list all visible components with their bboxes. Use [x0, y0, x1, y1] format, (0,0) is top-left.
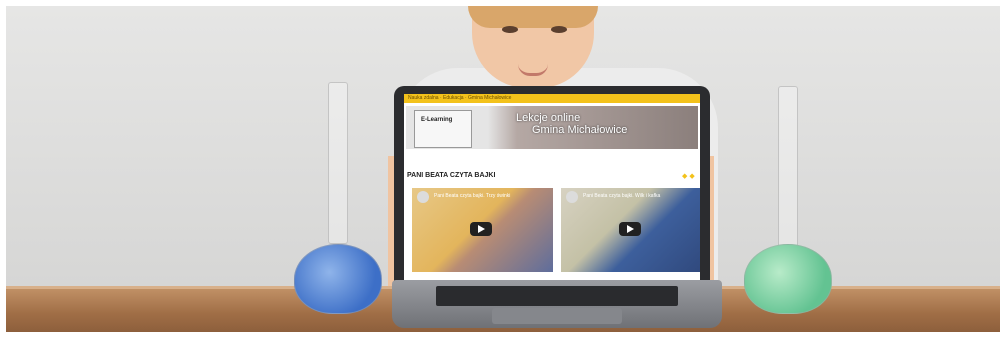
- right-flask-neck: [778, 86, 798, 248]
- banner-title-line2: Gmina Michałowice: [532, 124, 628, 136]
- laptop-trackpad: [492, 308, 622, 324]
- child-right-eye: [551, 26, 567, 33]
- video-thumbnail-2[interactable]: Pani Beata czyta bajki. Wilk i kafka: [561, 188, 700, 272]
- child-left-eye: [502, 26, 518, 33]
- video-title: Pani Beata czyta bajki. Trzy świnki: [434, 193, 511, 199]
- left-flask-blue-beads: [294, 244, 382, 314]
- video-thumbnail-1[interactable]: Pani Beata czyta bajki. Trzy świnki: [412, 188, 553, 272]
- video-title: Pani Beata czyta bajki. Wilk i kafka: [583, 193, 661, 199]
- play-icon[interactable]: [619, 222, 641, 236]
- website-top-menu: Nauka zdalna · Edukacja · Gmina Michałow…: [404, 94, 700, 103]
- photo-scene: Nauka zdalna · Edukacja · Gmina Michałow…: [6, 6, 1000, 332]
- play-icon[interactable]: [470, 222, 492, 236]
- channel-avatar: [417, 191, 429, 203]
- channel-avatar: [566, 191, 578, 203]
- laptop-screen: Nauka zdalna · Edukacja · Gmina Michałow…: [404, 94, 700, 280]
- website-banner: E-Learning Lekcje online Gmina Michałowi…: [406, 106, 698, 149]
- e-learning-logo: E-Learning: [414, 110, 472, 148]
- banner-title-line1: Lekcje online: [516, 112, 581, 124]
- decor-dots: ◆ ◆: [682, 173, 695, 180]
- right-flask-green-beads: [744, 244, 832, 314]
- child-hair: [468, 6, 598, 28]
- logo-text: E-Learning: [421, 117, 453, 123]
- section-heading: PANI BEATA CZYTA BAJKI: [407, 172, 496, 179]
- laptop-keyboard: [436, 286, 678, 306]
- left-flask-neck: [328, 82, 348, 244]
- top-menu-text: Nauka zdalna · Edukacja · Gmina Michałow…: [408, 95, 512, 101]
